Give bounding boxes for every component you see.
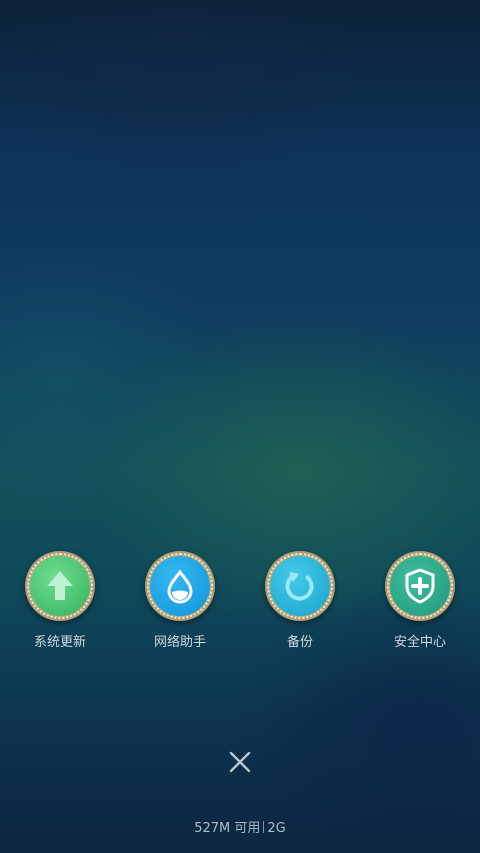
memory-status: 527M 可用 2G <box>0 817 480 836</box>
memory-free-value: 527M <box>194 821 231 836</box>
launcher-disc <box>150 556 210 616</box>
shortcut-row: 系统更新 网络助手 备份 安全中心 <box>0 551 480 661</box>
launcher-label: 系统更新 <box>33 635 86 650</box>
launcher-label: 备份 <box>286 635 313 650</box>
launcher-disc <box>270 556 330 616</box>
launcher-backup[interactable]: 备份 <box>240 551 360 661</box>
memory-available-label: 可用 <box>234 821 261 836</box>
launcher-disc <box>390 556 450 616</box>
arrow-up-icon <box>47 571 73 600</box>
launcher-ring <box>25 551 95 621</box>
launcher-security-center[interactable]: 安全中心 <box>360 551 480 661</box>
launcher-label: 安全中心 <box>393 635 446 650</box>
launcher-ring <box>145 551 215 621</box>
close-button[interactable] <box>222 744 258 780</box>
launcher-label: 网络助手 <box>153 635 206 650</box>
memory-total-value: 2G <box>267 821 286 836</box>
close-icon <box>229 751 251 773</box>
water-drop-icon <box>167 569 193 604</box>
launcher-system-update[interactable]: 系统更新 <box>0 551 120 661</box>
launcher-network-assistant[interactable]: 网络助手 <box>120 551 240 661</box>
status-divider <box>263 821 265 833</box>
shield-plus-icon <box>405 568 435 604</box>
launcher-disc <box>30 556 90 616</box>
launcher-ring <box>265 551 335 621</box>
launcher-ring <box>385 551 455 621</box>
refresh-icon <box>285 572 314 601</box>
